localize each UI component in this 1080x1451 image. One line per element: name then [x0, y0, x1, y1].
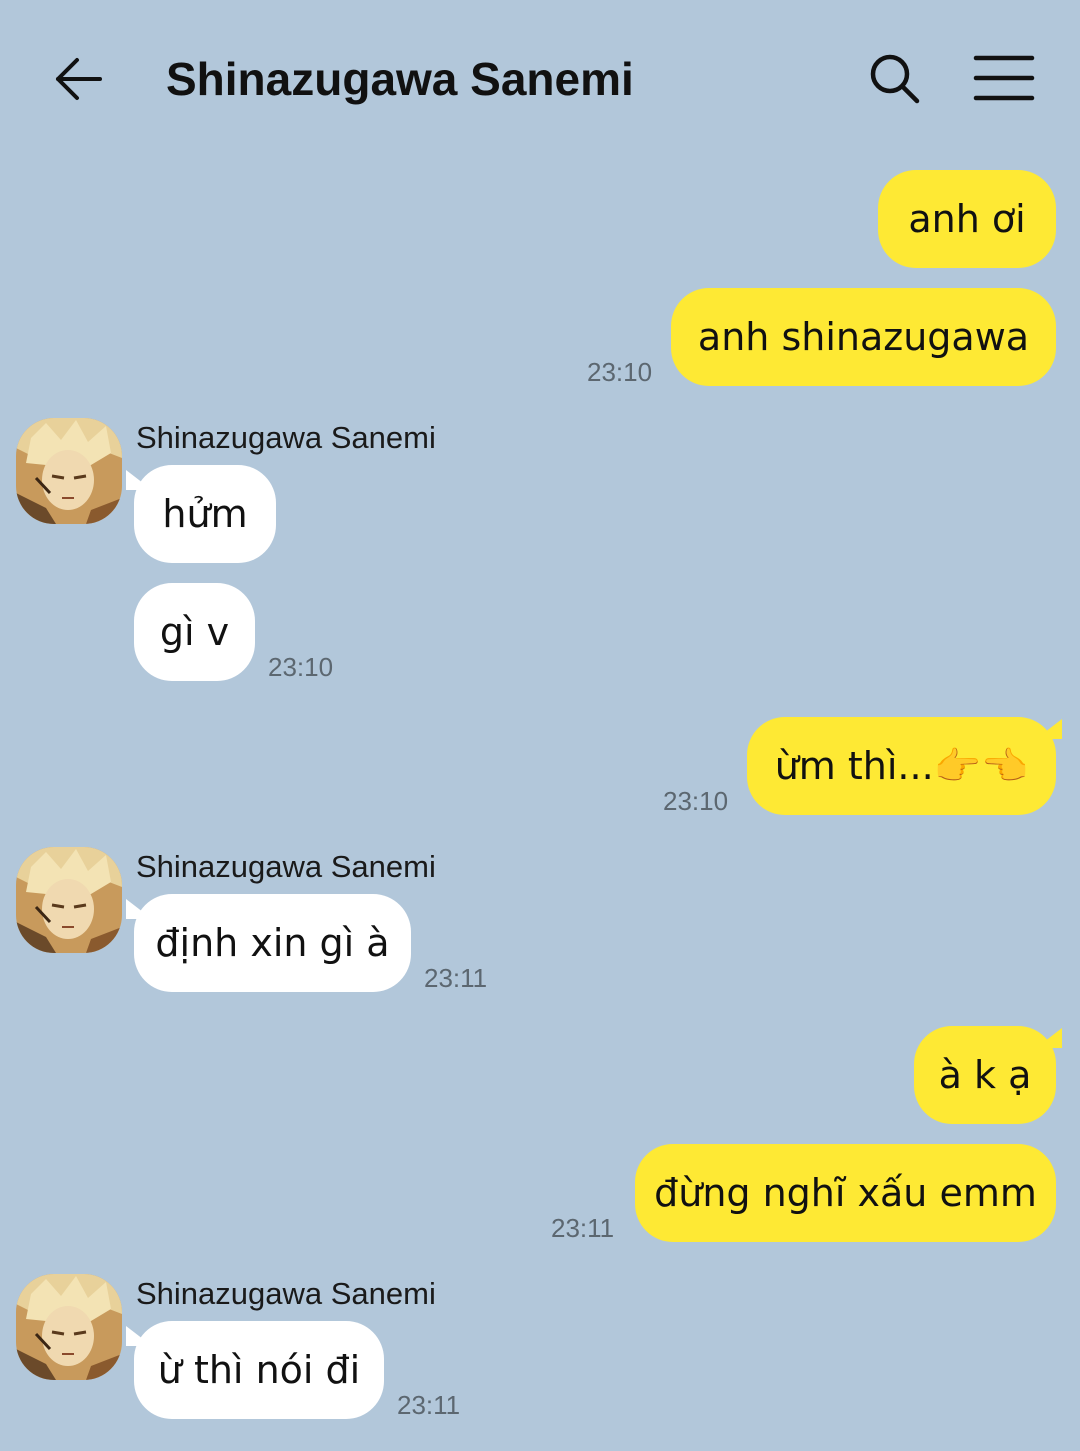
- message-text: anh shinazugawa: [697, 315, 1030, 359]
- avatar[interactable]: [16, 847, 122, 953]
- character-avatar-icon: [16, 418, 122, 524]
- chat-title: Shinazugawa Sanemi: [166, 53, 634, 105]
- message-bubble-sent[interactable]: anh ơi: [878, 170, 1056, 268]
- menu-button[interactable]: [972, 52, 1036, 104]
- message-bubble-sent[interactable]: anh shinazugawa: [671, 288, 1056, 386]
- message-text: đừng nghĩ xấu emm: [654, 1171, 1037, 1215]
- sender-name: Shinazugawa Sanemi: [136, 849, 436, 884]
- message-timestamp: 23:11: [424, 963, 488, 993]
- sender-name: Shinazugawa Sanemi: [136, 420, 436, 455]
- avatar[interactable]: [16, 1274, 122, 1380]
- message-bubble-sent[interactable]: ừm thì...👉👈: [747, 717, 1056, 815]
- search-icon: [870, 54, 920, 104]
- message-bubble-received[interactable]: ừ thì nói đi: [134, 1321, 384, 1419]
- character-avatar-icon: [16, 1274, 122, 1380]
- message-timestamp: 23:11: [551, 1213, 615, 1243]
- message-timestamp: 23:10: [268, 652, 334, 682]
- bubble-tail: [126, 1326, 152, 1346]
- message-bubble-sent[interactable]: đừng nghĩ xấu emm: [635, 1144, 1056, 1242]
- search-button[interactable]: [864, 48, 926, 110]
- message-timestamp: 23:10: [663, 786, 729, 816]
- sender-name: Shinazugawa Sanemi: [136, 1276, 436, 1311]
- message-text: ừm thì...👉👈: [774, 744, 1029, 788]
- message-timestamp: 23:11: [397, 1390, 461, 1420]
- back-button[interactable]: [50, 50, 108, 108]
- message-bubble-sent[interactable]: à k ạ: [914, 1026, 1056, 1124]
- message-text: định xin gì à: [155, 921, 390, 965]
- chat-header: Shinazugawa Sanemi: [0, 0, 1080, 155]
- message-bubble-received[interactable]: định xin gì à: [134, 894, 411, 992]
- arrow-left-icon: [56, 58, 102, 100]
- message-bubble-received[interactable]: hửm: [134, 465, 276, 563]
- message-text: gì v: [159, 610, 230, 654]
- bubble-tail: [126, 470, 152, 490]
- message-text: ừ thì nói đi: [157, 1348, 361, 1392]
- avatar[interactable]: [16, 418, 122, 524]
- character-avatar-icon: [16, 847, 122, 953]
- bubble-tail: [1036, 719, 1062, 739]
- message-text: hửm: [162, 492, 248, 536]
- hamburger-menu-icon: [973, 55, 1035, 101]
- message-text: anh ơi: [908, 197, 1026, 241]
- bubble-tail: [126, 899, 152, 919]
- message-timestamp: 23:10: [587, 357, 653, 387]
- bubble-tail: [1036, 1028, 1062, 1048]
- message-bubble-received[interactable]: gì v: [134, 583, 255, 681]
- message-text: à k ạ: [938, 1053, 1032, 1097]
